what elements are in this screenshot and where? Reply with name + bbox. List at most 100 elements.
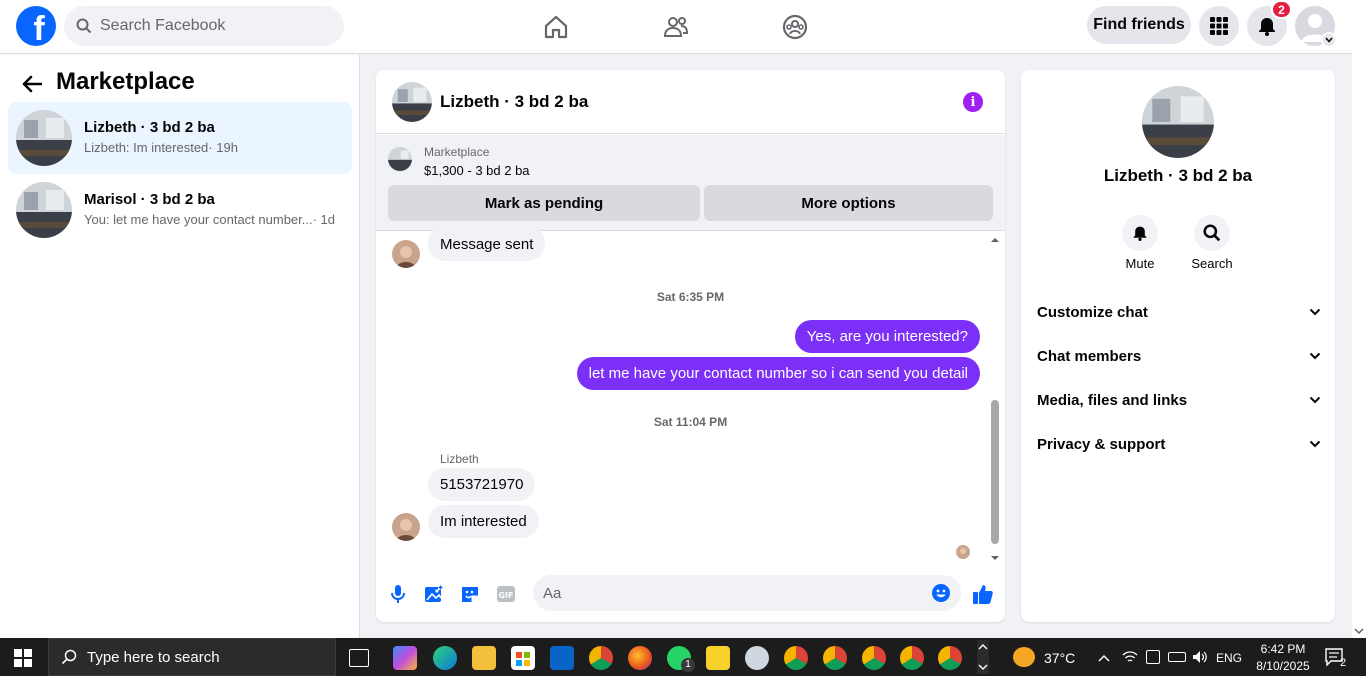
chat-time: · 19h — [208, 140, 238, 155]
chat-name: Lizbeth · 3 bd 2 ba — [84, 119, 215, 136]
snipping-tool-icon[interactable] — [745, 646, 769, 670]
groups-nav-button[interactable] — [775, 8, 815, 46]
edge-icon[interactable] — [433, 646, 457, 670]
sender-name: Lizbeth — [440, 452, 479, 466]
mute-label: Mute — [1125, 256, 1155, 271]
scroll-down-arrow-icon[interactable] — [1352, 626, 1366, 636]
notification-count-badge: 2 — [1271, 0, 1292, 19]
chat-time: · 1d — [312, 212, 336, 227]
show-hidden-icons-chevron[interactable] — [1097, 650, 1111, 668]
incoming-message[interactable]: 5153721970 — [428, 468, 536, 501]
chat-name: Marisol · 3 bd 2 ba — [84, 191, 215, 208]
microphone-icon[interactable] — [386, 582, 410, 606]
message-timestamp: Sat 11:04 PM — [653, 415, 728, 429]
gif-icon[interactable]: GIF — [494, 582, 518, 606]
mute-button[interactable] — [1122, 215, 1158, 251]
taskbar-search[interactable]: Type here to search — [48, 638, 336, 676]
listing-banner: Marketplace $1,300 - 3 bd 2 ba Mark as p… — [376, 135, 1005, 231]
incoming-message[interactable]: Message sent — [428, 226, 546, 261]
bell-icon — [1133, 226, 1147, 241]
search-input[interactable] — [100, 17, 320, 35]
weather-icon[interactable] — [1013, 647, 1035, 667]
home-icon — [544, 15, 568, 39]
outgoing-message[interactable]: let me have your contact number so i can… — [576, 357, 980, 390]
more-options-button[interactable]: More options — [704, 185, 993, 221]
chrome-profile-icon[interactable] — [823, 646, 847, 670]
message-timestamp: Sat 6:35 PM — [656, 290, 725, 304]
chat-members-section[interactable]: Chat members — [1037, 336, 1321, 376]
scroll-down-arrow-icon[interactable] — [989, 554, 1001, 562]
input-language[interactable]: ENG — [1216, 651, 1242, 665]
read-receipt-avatar — [956, 545, 970, 559]
scroll-up-arrow-icon[interactable] — [989, 236, 1001, 244]
weather-temperature[interactable]: 37°C — [1044, 650, 1075, 666]
chevron-down-icon — [1309, 396, 1321, 404]
search-icon — [76, 18, 92, 34]
message-input[interactable] — [543, 584, 913, 602]
account-menu-chevron[interactable] — [1321, 32, 1337, 48]
outlook-icon[interactable] — [550, 646, 574, 670]
volume-icon[interactable] — [1192, 650, 1208, 669]
page-scrollbar[interactable] — [1352, 0, 1366, 638]
clock-date[interactable]: 8/10/2025 — [1251, 659, 1315, 673]
friends-nav-button[interactable] — [656, 8, 696, 46]
listing-source-label: Marketplace — [424, 145, 490, 159]
search-conversation-button[interactable] — [1194, 215, 1230, 251]
chrome-profile-icon[interactable] — [900, 646, 924, 670]
home-nav-button[interactable] — [536, 8, 576, 46]
taskbar-search-placeholder: Type here to search — [87, 648, 220, 666]
file-explorer-icon[interactable] — [472, 646, 496, 670]
thumbs-up-icon[interactable] — [971, 582, 995, 606]
copilot-icon[interactable] — [393, 646, 417, 670]
chevron-up-icon — [1098, 654, 1110, 662]
menu-button[interactable] — [1199, 6, 1239, 46]
conversation-panel: Lizbeth · 3 bd 2 ba i Marketplace $1,300… — [376, 70, 1005, 622]
chrome-profile-icon[interactable] — [862, 646, 886, 670]
bell-icon — [1259, 18, 1275, 36]
emoji-icon[interactable] — [931, 583, 951, 603]
device-icon[interactable] — [1146, 650, 1160, 664]
incoming-message[interactable]: Im interested — [428, 505, 539, 538]
task-view-icon[interactable] — [349, 649, 369, 667]
scrollbar-thumb[interactable] — [991, 400, 999, 544]
details-avatar[interactable] — [1142, 86, 1214, 158]
chrome-profile-icon[interactable] — [784, 646, 808, 670]
customize-chat-section[interactable]: Customize chat — [1037, 292, 1321, 332]
wifi-icon[interactable] — [1122, 650, 1138, 664]
message-composer: GIF — [376, 570, 1005, 622]
search-label: Search — [1191, 256, 1233, 271]
search-icon — [1203, 224, 1221, 242]
battery-icon[interactable] — [1168, 652, 1186, 662]
listing-thumbnail — [388, 147, 412, 171]
arrow-left-icon — [22, 75, 42, 93]
conversation-avatar[interactable] — [392, 82, 432, 122]
outgoing-message[interactable]: Yes, are you interested? — [794, 320, 980, 353]
sticker-icon[interactable] — [458, 582, 482, 606]
back-button[interactable] — [18, 70, 46, 98]
find-friends-button[interactable]: Find friends — [1087, 6, 1191, 44]
svg-text:GIF: GIF — [498, 591, 513, 600]
privacy-support-section[interactable]: Privacy & support — [1037, 424, 1321, 464]
listing-price[interactable]: $1,300 - 3 bd 2 ba — [424, 163, 530, 178]
facebook-logo[interactable]: f — [16, 6, 56, 46]
firefox-icon[interactable] — [628, 646, 652, 670]
windows-taskbar: Type here to search 1 37°C ENG 6:42 PM 8… — [0, 638, 1366, 676]
search-box[interactable] — [64, 6, 344, 46]
notification-center-count: 2 — [1340, 657, 1347, 669]
photo-icon[interactable] — [422, 582, 446, 606]
chrome-profile-icon[interactable] — [938, 646, 962, 670]
media-files-links-section[interactable]: Media, files and links — [1037, 380, 1321, 420]
info-icon[interactable]: i — [963, 92, 983, 112]
whatsapp-badge: 1 — [681, 658, 695, 672]
message-input-box[interactable] — [533, 575, 961, 611]
microsoft-store-icon[interactable] — [511, 646, 535, 670]
windows-start-icon[interactable] — [14, 649, 32, 667]
grid-menu-icon — [1210, 17, 1228, 35]
mark-as-pending-button[interactable]: Mark as pending — [388, 185, 700, 221]
clock-time[interactable]: 6:42 PM — [1255, 642, 1311, 656]
taskbar-overflow-scroll[interactable] — [977, 640, 989, 674]
sticky-notes-icon[interactable] — [706, 646, 730, 670]
listing-thumbnail — [16, 110, 72, 166]
conversation-title[interactable]: Lizbeth · 3 bd 2 ba — [440, 92, 588, 112]
chrome-icon[interactable] — [589, 646, 613, 670]
